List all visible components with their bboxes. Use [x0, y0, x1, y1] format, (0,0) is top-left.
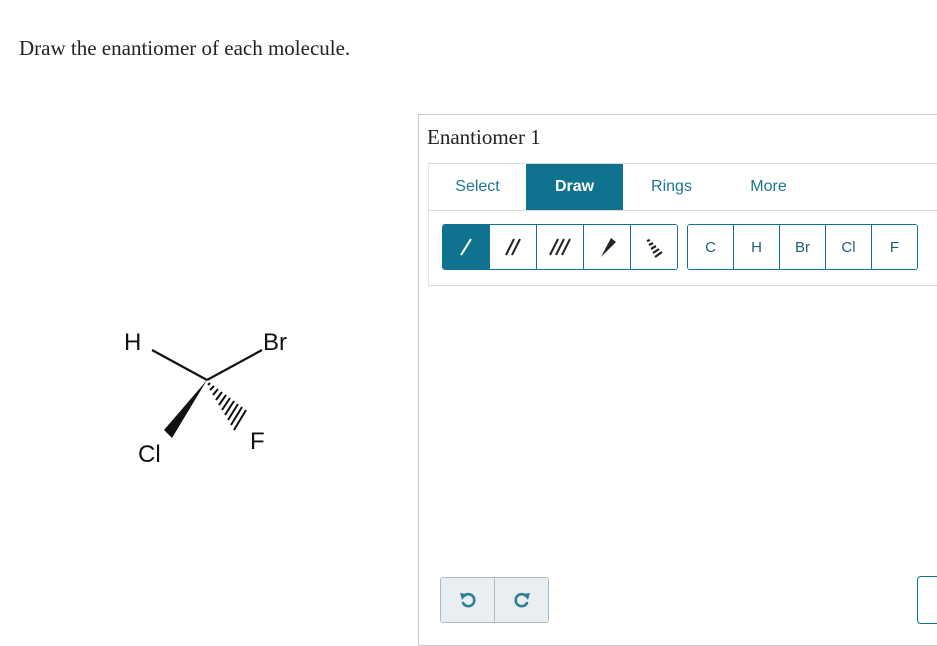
atom-br-label: Br: [263, 329, 287, 356]
wedge-bond-icon: [601, 238, 616, 257]
atom-cl-button[interactable]: Cl: [826, 225, 872, 269]
hash-bond-button[interactable]: [631, 225, 677, 269]
redo-button[interactable]: [495, 578, 548, 622]
given-molecule: H Br Cl F: [124, 329, 287, 468]
tab-more[interactable]: More: [720, 164, 817, 210]
single-bond-button[interactable]: [443, 225, 490, 269]
bond-tool-group: [442, 224, 678, 270]
undo-icon: [459, 592, 476, 608]
tab-rings[interactable]: Rings: [623, 164, 720, 210]
tab-select[interactable]: Select: [429, 164, 526, 210]
hash-bond-icon: [646, 238, 663, 258]
atom-c-button[interactable]: C: [688, 225, 734, 269]
panel-corner-button[interactable]: [917, 576, 937, 624]
atom-h-button[interactable]: H: [734, 225, 780, 269]
atom-tool-group: C H Br Cl F: [687, 224, 918, 270]
panel-title: Enantiomer 1: [427, 125, 541, 149]
atom-h-label: H: [124, 329, 141, 356]
double-bond-button[interactable]: [490, 225, 537, 269]
redo-icon: [513, 592, 530, 608]
question-prompt: Draw the enantiomer of each molecule.: [19, 36, 351, 60]
atom-f-label: F: [250, 428, 265, 455]
atom-f-button[interactable]: F: [872, 225, 917, 269]
bond-c-h: [151, 349, 208, 381]
tab-draw[interactable]: Draw: [526, 164, 623, 210]
triple-bond-icon: [549, 238, 571, 256]
atom-br-button[interactable]: Br: [780, 225, 826, 269]
history-group: [440, 577, 549, 623]
wedge-bond-c-cl: [164, 380, 207, 438]
single-bond-icon: [460, 238, 472, 256]
bond-c-br: [206, 349, 263, 381]
wedge-bond-button[interactable]: [584, 225, 631, 269]
drawing-panel: Enantiomer 1 Select Draw Rings More C H …: [418, 114, 937, 646]
double-bond-icon: [505, 238, 521, 256]
tool-tabs: Select Draw Rings More: [428, 163, 937, 211]
undo-button[interactable]: [441, 578, 495, 622]
hash-bond-c-f: [207, 382, 247, 431]
atom-cl-label: Cl: [138, 441, 161, 468]
draw-toolbar: C H Br Cl F: [428, 211, 937, 286]
triple-bond-button[interactable]: [537, 225, 584, 269]
